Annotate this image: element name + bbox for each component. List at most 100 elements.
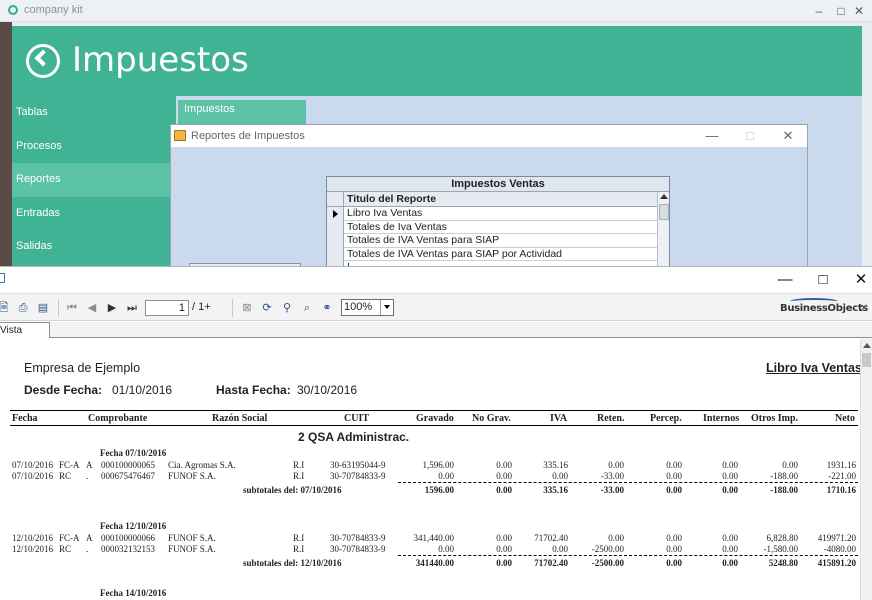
dialog-maximize-button[interactable]: □	[741, 127, 759, 145]
subtotal-percep: 0.00	[666, 485, 682, 495]
header-rule	[10, 425, 858, 426]
cell-gravado: 0.00	[438, 544, 454, 554]
binoculars-icon[interactable]: ⚭	[320, 300, 334, 316]
cell-razon: FUNOF S.A.	[168, 544, 216, 554]
cell-numero: 000032132153	[101, 544, 155, 554]
cell-percep: 0.00	[666, 533, 682, 543]
sidebar-item-entradas[interactable]: Entradas	[12, 197, 176, 231]
report-scrollbar[interactable]	[860, 339, 872, 600]
prev-page-icon[interactable]: ◀	[86, 300, 98, 316]
cell-cond: R.I	[293, 460, 305, 470]
tab-vista-previa[interactable]: Vista previa	[0, 322, 50, 351]
viewer-close-button[interactable]: ✕	[850, 269, 872, 291]
cell-razon: FUNOF S.A.	[168, 533, 216, 543]
sidebar-item-salidas[interactable]: Salidas	[12, 230, 176, 264]
desde-value: 01/10/2016	[112, 383, 173, 397]
page-total: / 1+	[192, 301, 211, 313]
cell-letra: .	[86, 471, 89, 481]
cell-reten: -33.00	[600, 471, 624, 481]
back-arrow-icon[interactable]	[26, 44, 60, 78]
grid-row[interactable]: Totales de IVA Ventas para SIAP	[327, 234, 657, 248]
scroll-up-icon[interactable]	[660, 194, 668, 199]
chevron-down-icon[interactable]	[380, 300, 393, 315]
app-close-button[interactable]: ✕	[850, 2, 868, 20]
subtotal-rule	[398, 555, 858, 556]
app-header: Impuestos	[12, 26, 862, 96]
col-fecha: Fecha	[12, 413, 38, 424]
col-razon-social: Razón Social	[212, 413, 268, 424]
report-page: Empresa de Ejemplo Libro Iva Ventas Desd…	[0, 339, 860, 600]
col-iva: IVA	[550, 413, 568, 424]
scroll-thumb[interactable]	[862, 353, 871, 367]
col-gravado: Gravado	[416, 413, 454, 424]
subtotal-row: subtotales del: 12/10/2016 341440.00 0.0…	[0, 558, 860, 570]
dialog-minimize-button[interactable]: —	[703, 127, 721, 145]
page-number-input[interactable]: 1	[145, 300, 189, 316]
subtotal-iva: 71702.40	[534, 558, 568, 568]
hasta-value: 30/10/2016	[297, 383, 358, 397]
app-title: company kit	[24, 4, 83, 16]
cell-cond: R.I	[293, 471, 305, 481]
cell-iva: 0.00	[552, 471, 568, 481]
refresh-icon[interactable]: ⟳	[260, 300, 274, 316]
report-grid: Impuestos Ventas Titulo del Reporte Libr…	[326, 176, 670, 272]
cell-cuit: 30-70784833-9	[330, 533, 386, 543]
cell-letra: .	[86, 544, 89, 554]
cell-iva: 71702.40	[534, 533, 568, 543]
cell-internos: 0.00	[722, 533, 738, 543]
grid-row[interactable]: Totales de IVA Ventas para SIAP por Acti…	[327, 247, 657, 261]
scroll-up-icon[interactable]	[863, 343, 871, 348]
cell-razon: FUNOF S.A.	[168, 471, 216, 481]
cell-gravado: 341,440.00	[413, 533, 455, 543]
cell-numero: 000100000066	[101, 533, 155, 543]
cell-cond: R.I	[293, 533, 305, 543]
fecha-group-label: Fecha 07/10/2016	[100, 448, 167, 458]
viewer-tabs: Vista previa	[0, 322, 872, 351]
viewer-maximize-button[interactable]: □	[812, 269, 834, 291]
cell-letra: A	[86, 460, 93, 470]
report-icon	[174, 130, 186, 141]
dialog-close-button[interactable]: ✕	[779, 127, 797, 145]
cell-fecha: 07/10/2016	[12, 471, 54, 481]
reportes-dialog: Reportes de Impuestos — □ ✕ Impuestos Ve…	[170, 124, 808, 272]
find-icon[interactable]: ⌕	[300, 300, 314, 316]
sidebar-item-reportes[interactable]: Reportes	[12, 163, 176, 197]
first-page-icon[interactable]: ⏮	[66, 300, 78, 316]
cell-fecha: 07/10/2016	[12, 460, 54, 470]
subtotal-otros: -188.00	[770, 485, 798, 495]
grid-row[interactable]: Totales de Iva Ventas	[327, 220, 657, 234]
cell-tipo: FC-A	[59, 533, 80, 543]
desde-label: Desde Fecha:	[24, 383, 103, 397]
print-icon[interactable]: ⎙	[16, 300, 30, 316]
viewer-app-icon	[0, 273, 5, 283]
close-panel-icon[interactable]: ✕	[860, 303, 868, 314]
tree-icon[interactable]: ▤	[36, 300, 50, 316]
report-title: Libro Iva Ventas	[766, 361, 860, 375]
search-tool-icon[interactable]: ⚲	[280, 300, 294, 316]
stop-icon[interactable]: ⊠	[240, 300, 254, 316]
cell-nograv: 0.00	[496, 544, 512, 554]
subtotal-percep: 0.00	[666, 558, 682, 568]
cell-gravado: 1,596.00	[422, 460, 455, 470]
grid-row[interactable]: Libro Iva Ventas	[327, 207, 657, 221]
sidebar-item-tablas[interactable]: Tablas	[12, 96, 176, 130]
app-maximize-button[interactable]: □	[832, 2, 850, 20]
app-minimize-button[interactable]: –	[810, 2, 828, 20]
cell-percep: 0.00	[666, 544, 682, 554]
subtotal-iva: 335.16	[543, 485, 568, 495]
next-page-icon[interactable]: ▶	[106, 300, 118, 316]
hasta-label: Hasta Fecha:	[216, 383, 291, 397]
column-header-titulo[interactable]: Titulo del Reporte	[347, 193, 436, 205]
cell-tipo: FC-A	[59, 460, 80, 470]
grid-scrollbar[interactable]	[657, 192, 669, 271]
sidebar-item-procesos[interactable]: Procesos	[12, 130, 176, 164]
businessobjects-logo: BusinessObjects	[780, 298, 868, 314]
grid-rows: Libro Iva Ventas Totales de Iva Ventas T…	[327, 207, 657, 271]
export-icon[interactable]: 🗎	[0, 300, 10, 316]
last-page-icon[interactable]: ⏭	[126, 300, 138, 316]
scroll-thumb[interactable]	[659, 204, 669, 220]
zoom-select[interactable]: 100%	[341, 299, 394, 316]
cell-neto: 1931.16	[826, 460, 856, 470]
dialog-title: Reportes de Impuestos	[191, 130, 305, 142]
viewer-minimize-button[interactable]: —	[774, 269, 796, 291]
